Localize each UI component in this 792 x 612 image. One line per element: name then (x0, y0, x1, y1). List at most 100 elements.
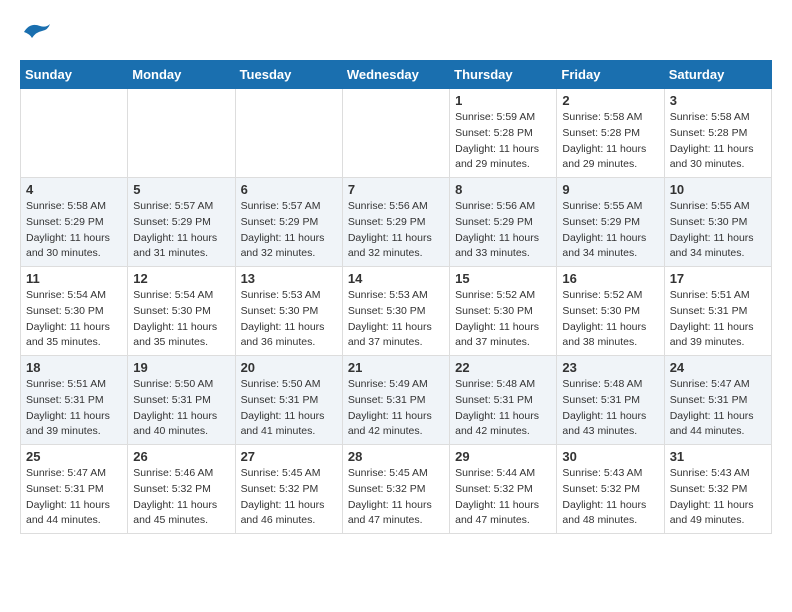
calendar-cell: 16 Sunrise: 5:52 AM Sunset: 5:30 PM Dayli… (557, 267, 664, 356)
calendar-week-row: 18 Sunrise: 5:51 AM Sunset: 5:31 PM Dayli… (21, 356, 772, 445)
day-info: Sunrise: 5:43 AM Sunset: 5:32 PM Dayligh… (562, 466, 658, 529)
day-info: Sunrise: 5:54 AM Sunset: 5:30 PM Dayligh… (133, 288, 229, 351)
day-number: 1 (455, 93, 551, 108)
day-info: Sunrise: 5:55 AM Sunset: 5:30 PM Dayligh… (670, 199, 766, 262)
day-number: 27 (241, 449, 337, 464)
logo (20, 20, 52, 44)
calendar-cell: 2 Sunrise: 5:58 AM Sunset: 5:28 PM Daylig… (557, 89, 664, 178)
day-number: 16 (562, 271, 658, 286)
day-info: Sunrise: 5:50 AM Sunset: 5:31 PM Dayligh… (133, 377, 229, 440)
calendar-cell (235, 89, 342, 178)
day-number: 19 (133, 360, 229, 375)
day-info: Sunrise: 5:56 AM Sunset: 5:29 PM Dayligh… (455, 199, 551, 262)
calendar-cell: 15 Sunrise: 5:52 AM Sunset: 5:30 PM Dayli… (450, 267, 557, 356)
calendar-cell: 29 Sunrise: 5:44 AM Sunset: 5:32 PM Dayli… (450, 445, 557, 534)
calendar-cell: 11 Sunrise: 5:54 AM Sunset: 5:30 PM Dayli… (21, 267, 128, 356)
day-number: 24 (670, 360, 766, 375)
calendar-cell: 20 Sunrise: 5:50 AM Sunset: 5:31 PM Dayli… (235, 356, 342, 445)
calendar-cell: 10 Sunrise: 5:55 AM Sunset: 5:30 PM Dayli… (664, 178, 771, 267)
calendar-cell (21, 89, 128, 178)
day-number: 5 (133, 182, 229, 197)
day-info: Sunrise: 5:51 AM Sunset: 5:31 PM Dayligh… (26, 377, 122, 440)
day-number: 29 (455, 449, 551, 464)
day-number: 7 (348, 182, 444, 197)
day-info: Sunrise: 5:56 AM Sunset: 5:29 PM Dayligh… (348, 199, 444, 262)
day-info: Sunrise: 5:55 AM Sunset: 5:29 PM Dayligh… (562, 199, 658, 262)
day-info: Sunrise: 5:48 AM Sunset: 5:31 PM Dayligh… (455, 377, 551, 440)
calendar-cell: 31Sunrise: 5:43 AM Sunset: 5:32 PM Dayli… (664, 445, 771, 534)
day-info: Sunrise: 5:54 AM Sunset: 5:30 PM Dayligh… (26, 288, 122, 351)
day-number: 6 (241, 182, 337, 197)
calendar-week-row: 25Sunrise: 5:47 AM Sunset: 5:31 PM Dayli… (21, 445, 772, 534)
day-info: Sunrise: 5:46 AM Sunset: 5:32 PM Dayligh… (133, 466, 229, 529)
day-number: 14 (348, 271, 444, 286)
calendar-cell: 5 Sunrise: 5:57 AM Sunset: 5:29 PM Daylig… (128, 178, 235, 267)
day-info: Sunrise: 5:48 AM Sunset: 5:31 PM Dayligh… (562, 377, 658, 440)
day-info: Sunrise: 5:45 AM Sunset: 5:32 PM Dayligh… (348, 466, 444, 529)
calendar-cell: 4 Sunrise: 5:58 AM Sunset: 5:29 PM Daylig… (21, 178, 128, 267)
calendar-header-saturday: Saturday (664, 61, 771, 89)
day-number: 26 (133, 449, 229, 464)
day-info: Sunrise: 5:53 AM Sunset: 5:30 PM Dayligh… (348, 288, 444, 351)
day-number: 22 (455, 360, 551, 375)
calendar-cell: 3Sunrise: 5:58 AM Sunset: 5:28 PM Daylig… (664, 89, 771, 178)
calendar-header-friday: Friday (557, 61, 664, 89)
calendar-cell: 24 Sunrise: 5:47 AM Sunset: 5:31 PM Dayli… (664, 356, 771, 445)
day-number: 9 (562, 182, 658, 197)
calendar-cell: 6 Sunrise: 5:57 AM Sunset: 5:29 PM Daylig… (235, 178, 342, 267)
day-number: 23 (562, 360, 658, 375)
calendar-week-row: 4 Sunrise: 5:58 AM Sunset: 5:29 PM Daylig… (21, 178, 772, 267)
day-number: 18 (26, 360, 122, 375)
day-number: 25 (26, 449, 122, 464)
calendar-cell: 12 Sunrise: 5:54 AM Sunset: 5:30 PM Dayli… (128, 267, 235, 356)
calendar-table: SundayMondayTuesdayWednesdayThursdayFrid… (20, 60, 772, 534)
day-info: Sunrise: 5:45 AM Sunset: 5:32 PM Dayligh… (241, 466, 337, 529)
calendar-cell: 8Sunrise: 5:56 AM Sunset: 5:29 PM Daylig… (450, 178, 557, 267)
day-number: 12 (133, 271, 229, 286)
day-number: 20 (241, 360, 337, 375)
calendar-cell: 9 Sunrise: 5:55 AM Sunset: 5:29 PM Daylig… (557, 178, 664, 267)
calendar-cell: 1Sunrise: 5:59 AM Sunset: 5:28 PM Daylig… (450, 89, 557, 178)
calendar-cell: 18 Sunrise: 5:51 AM Sunset: 5:31 PM Dayli… (21, 356, 128, 445)
calendar-cell: 26 Sunrise: 5:46 AM Sunset: 5:32 PM Dayli… (128, 445, 235, 534)
day-info: Sunrise: 5:50 AM Sunset: 5:31 PM Dayligh… (241, 377, 337, 440)
day-info: Sunrise: 5:58 AM Sunset: 5:28 PM Dayligh… (670, 110, 766, 173)
day-number: 21 (348, 360, 444, 375)
calendar-header-thursday: Thursday (450, 61, 557, 89)
day-number: 17 (670, 271, 766, 286)
calendar-cell (128, 89, 235, 178)
day-number: 10 (670, 182, 766, 197)
calendar-cell: 21Sunrise: 5:49 AM Sunset: 5:31 PM Dayli… (342, 356, 449, 445)
calendar-cell: 28Sunrise: 5:45 AM Sunset: 5:32 PM Dayli… (342, 445, 449, 534)
day-number: 4 (26, 182, 122, 197)
day-info: Sunrise: 5:52 AM Sunset: 5:30 PM Dayligh… (455, 288, 551, 351)
day-number: 13 (241, 271, 337, 286)
calendar-cell: 7 Sunrise: 5:56 AM Sunset: 5:29 PM Daylig… (342, 178, 449, 267)
calendar-cell: 22 Sunrise: 5:48 AM Sunset: 5:31 PM Dayli… (450, 356, 557, 445)
day-info: Sunrise: 5:51 AM Sunset: 5:31 PM Dayligh… (670, 288, 766, 351)
day-info: Sunrise: 5:57 AM Sunset: 5:29 PM Dayligh… (133, 199, 229, 262)
day-number: 15 (455, 271, 551, 286)
calendar-cell: 25Sunrise: 5:47 AM Sunset: 5:31 PM Dayli… (21, 445, 128, 534)
day-number: 31 (670, 449, 766, 464)
day-info: Sunrise: 5:58 AM Sunset: 5:28 PM Dayligh… (562, 110, 658, 173)
calendar-week-row: 1Sunrise: 5:59 AM Sunset: 5:28 PM Daylig… (21, 89, 772, 178)
calendar-cell: 30 Sunrise: 5:43 AM Sunset: 5:32 PM Dayli… (557, 445, 664, 534)
day-info: Sunrise: 5:57 AM Sunset: 5:29 PM Dayligh… (241, 199, 337, 262)
calendar-header-monday: Monday (128, 61, 235, 89)
day-info: Sunrise: 5:53 AM Sunset: 5:30 PM Dayligh… (241, 288, 337, 351)
logo-bird-icon (22, 20, 52, 44)
calendar-cell: 17 Sunrise: 5:51 AM Sunset: 5:31 PM Dayli… (664, 267, 771, 356)
day-number: 11 (26, 271, 122, 286)
calendar-week-row: 11 Sunrise: 5:54 AM Sunset: 5:30 PM Dayli… (21, 267, 772, 356)
calendar-header-sunday: Sunday (21, 61, 128, 89)
calendar-header-wednesday: Wednesday (342, 61, 449, 89)
day-info: Sunrise: 5:52 AM Sunset: 5:30 PM Dayligh… (562, 288, 658, 351)
day-info: Sunrise: 5:44 AM Sunset: 5:32 PM Dayligh… (455, 466, 551, 529)
day-info: Sunrise: 5:47 AM Sunset: 5:31 PM Dayligh… (670, 377, 766, 440)
calendar-cell: 13 Sunrise: 5:53 AM Sunset: 5:30 PM Dayli… (235, 267, 342, 356)
day-info: Sunrise: 5:58 AM Sunset: 5:29 PM Dayligh… (26, 199, 122, 262)
calendar-header-row: SundayMondayTuesdayWednesdayThursdayFrid… (21, 61, 772, 89)
day-number: 2 (562, 93, 658, 108)
day-number: 30 (562, 449, 658, 464)
